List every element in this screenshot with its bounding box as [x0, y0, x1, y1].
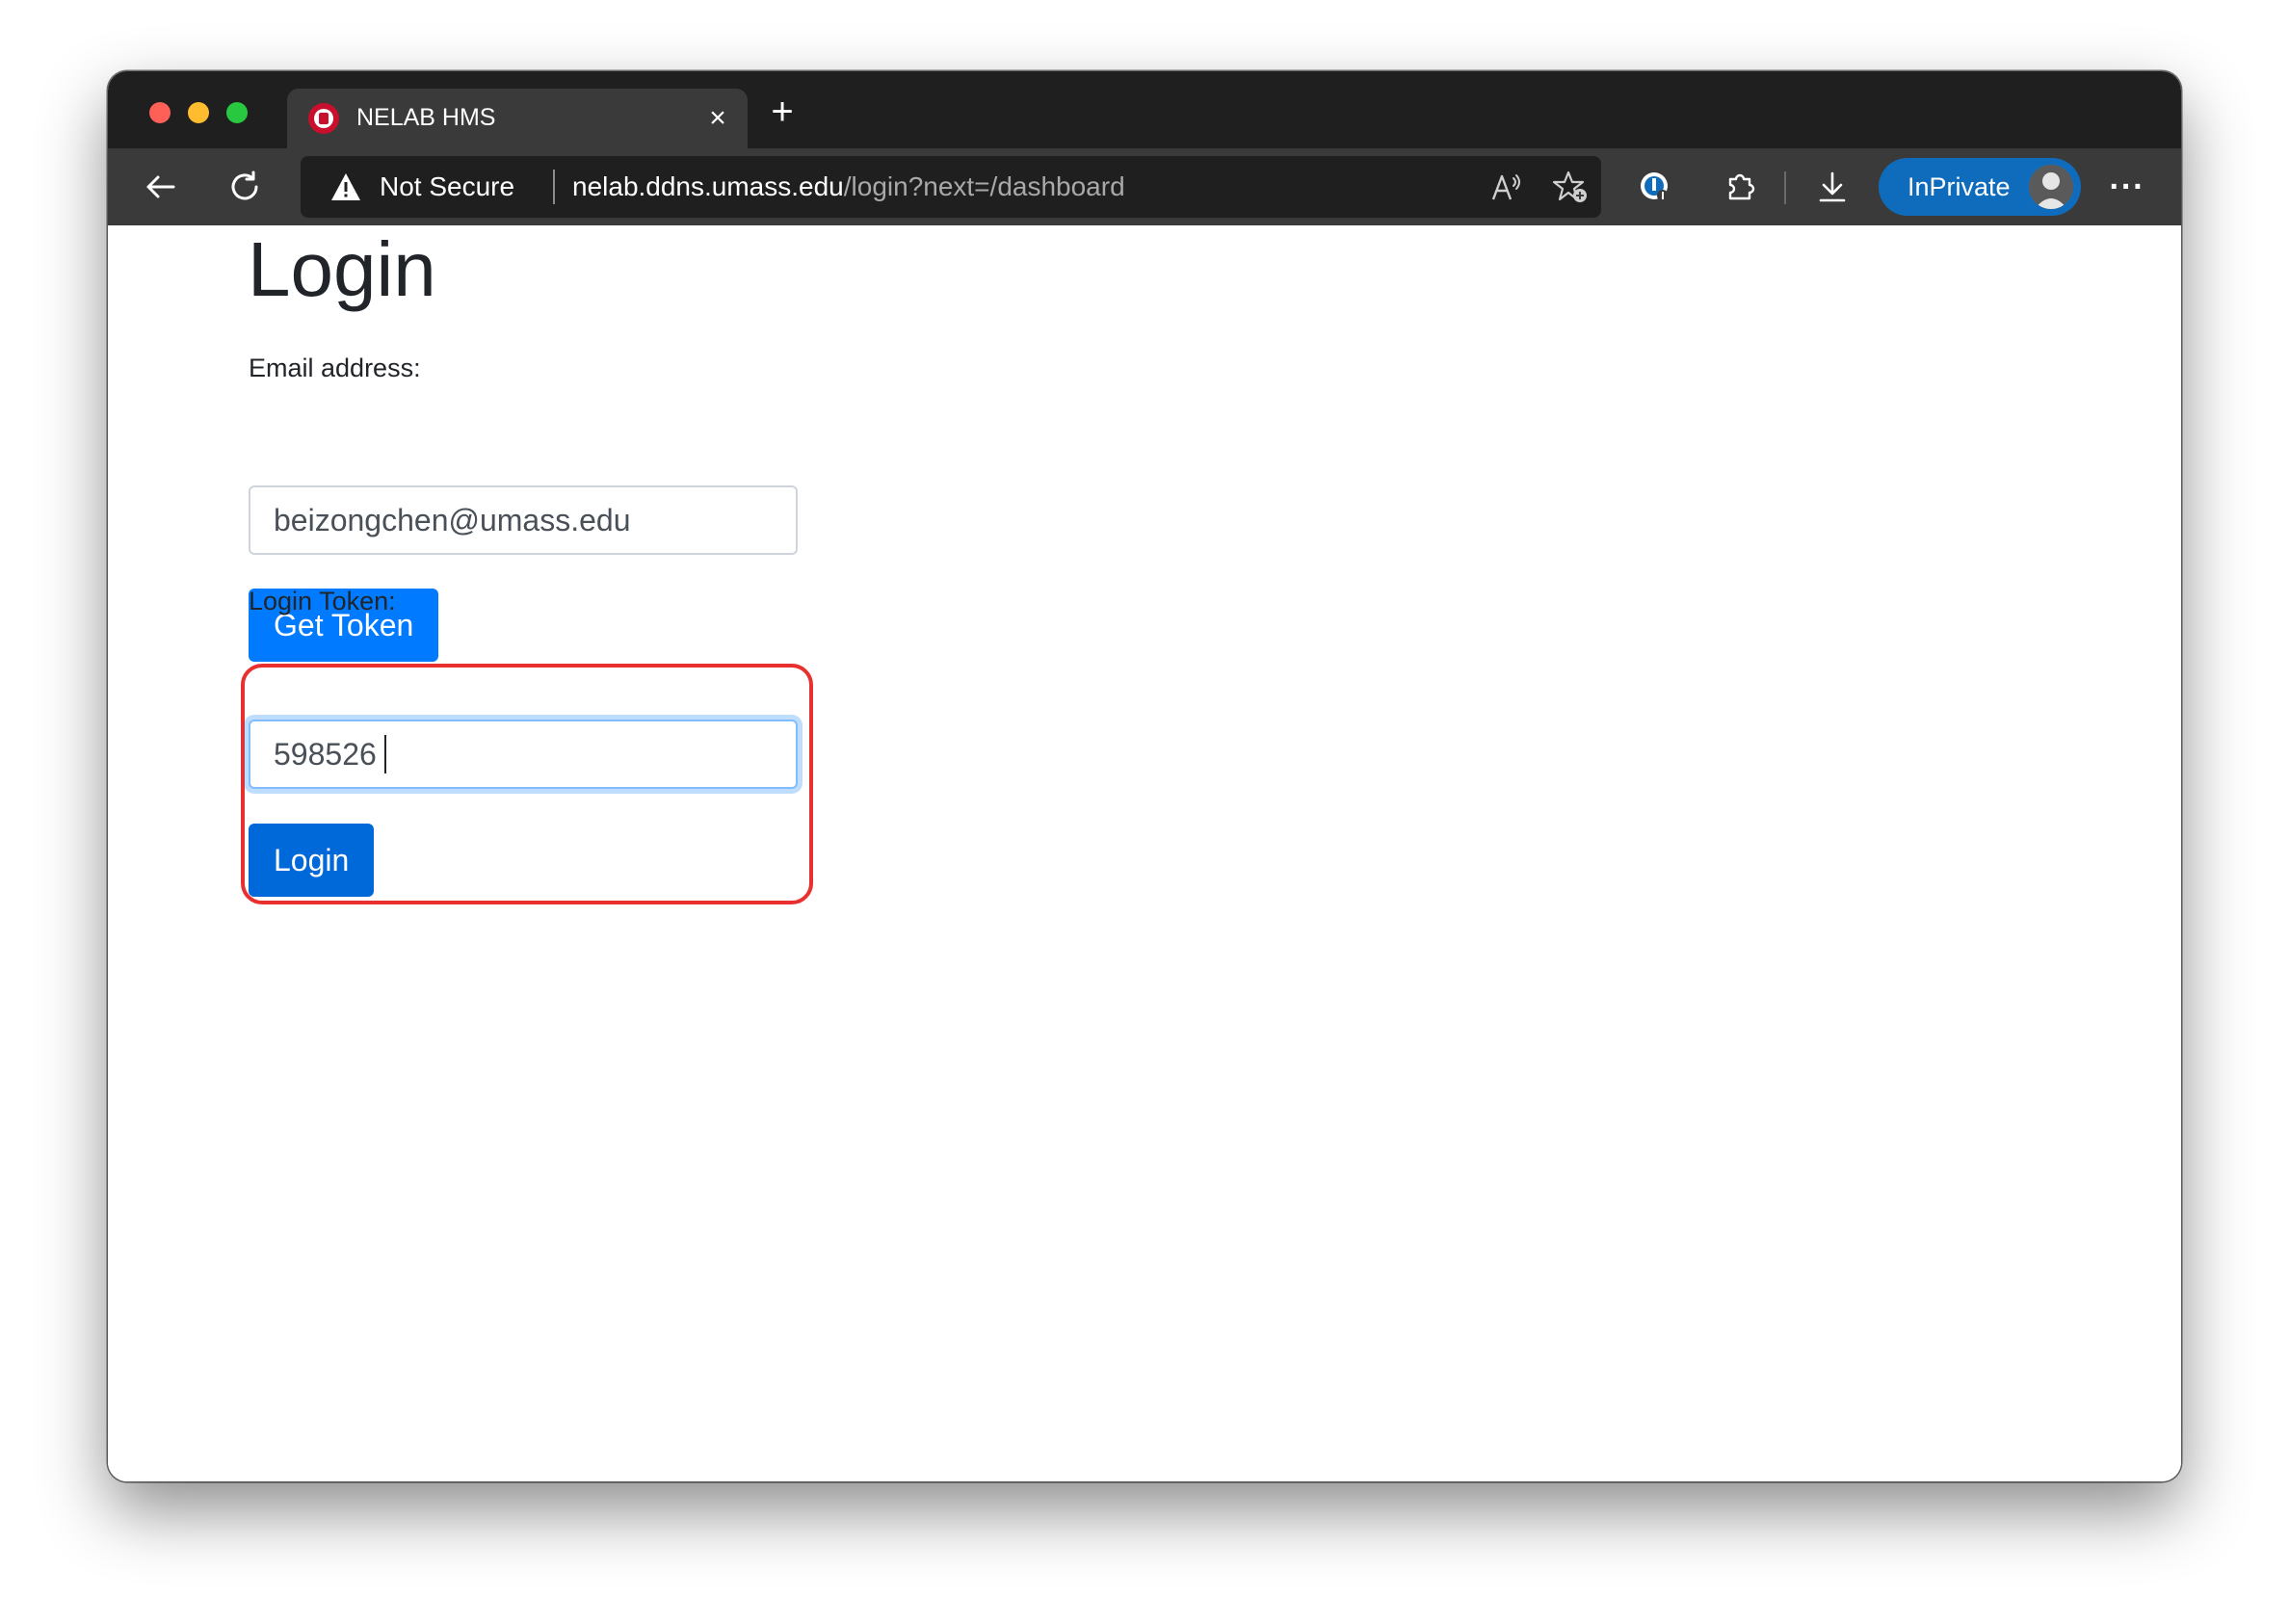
- url-path: /login?next=/dashboard: [843, 171, 1125, 201]
- read-aloud-icon[interactable]: [1487, 168, 1526, 206]
- tab-strip: NELAB HMS × +: [108, 71, 2181, 148]
- refresh-button[interactable]: [220, 162, 270, 212]
- page-content: Login Email address: Get Token Login Tok…: [108, 225, 2181, 1481]
- security-status-label[interactable]: Not Secure: [380, 171, 514, 202]
- puzzle-icon: [1728, 173, 1755, 200]
- extensions-button[interactable]: [1715, 162, 1765, 212]
- browser-window: NELAB HMS × + Not Secure nelab.ddns.umas…: [108, 71, 2181, 1481]
- email-label: Email address:: [249, 354, 421, 382]
- url-host: nelab.ddns.umass.edu: [572, 171, 844, 201]
- inprivate-label: InPrivate: [1908, 172, 2011, 201]
- tab-title: NELAB HMS: [356, 104, 496, 131]
- minimize-window-button[interactable]: [188, 102, 209, 123]
- login-button[interactable]: Login: [249, 824, 375, 897]
- close-tab-button[interactable]: ×: [703, 104, 732, 133]
- new-tab-button[interactable]: +: [765, 92, 800, 131]
- zoom-window-button[interactable]: [226, 102, 248, 123]
- tab-nelab-hms[interactable]: NELAB HMS ×: [287, 89, 748, 148]
- text-caret: [384, 735, 386, 773]
- address-divider: [553, 170, 555, 204]
- inprivate-profile-button[interactable]: InPrivate: [1879, 158, 2081, 216]
- refresh-icon: [231, 170, 258, 200]
- profile-avatar-icon: [2029, 165, 2073, 209]
- back-arrow-icon: [146, 175, 175, 198]
- browser-toolbar: Not Secure nelab.ddns.umass.edu/login?ne…: [108, 148, 2181, 225]
- downloads-button[interactable]: [1807, 162, 1857, 212]
- umass-seal-icon: [308, 103, 339, 134]
- warning-icon[interactable]: [329, 171, 362, 207]
- page-title: Login: [248, 226, 436, 312]
- url-text[interactable]: nelab.ddns.umass.edu/login?next=/dashboa…: [572, 171, 1125, 202]
- email-field[interactable]: [249, 485, 798, 555]
- token-field[interactable]: [249, 720, 798, 789]
- close-window-button[interactable]: [149, 102, 171, 123]
- password-key-icon: [1641, 172, 1669, 201]
- back-button[interactable]: [135, 162, 185, 212]
- address-bar[interactable]: Not Secure nelab.ddns.umass.edu/login?ne…: [301, 156, 1601, 218]
- token-label: Login Token:: [249, 587, 396, 616]
- add-favorite-icon[interactable]: [1551, 168, 1590, 206]
- more-options-button[interactable]: ···: [2102, 162, 2152, 212]
- toolbar-divider: [1784, 171, 1786, 204]
- password-manager-button[interactable]: [1630, 162, 1680, 212]
- download-icon: [1819, 171, 1846, 202]
